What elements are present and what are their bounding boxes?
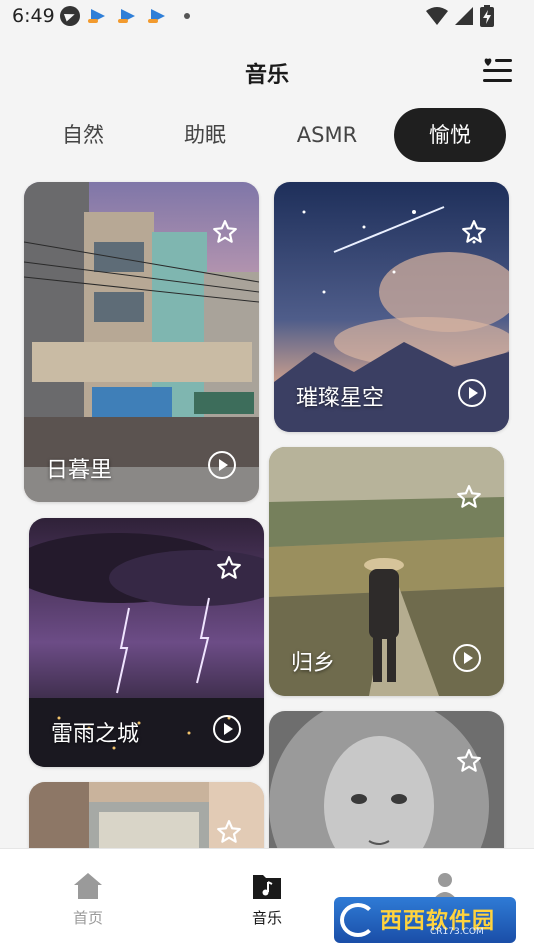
tab-nature[interactable]: 自然 [22,108,144,162]
nav-home[interactable]: 首页 [48,871,128,928]
star-icon[interactable] [216,555,242,581]
star-icon[interactable] [456,748,482,774]
music-card-starry-sky[interactable]: 璀璨星空 [274,182,509,432]
star-icon[interactable] [216,819,242,845]
play-icon[interactable] [457,378,487,408]
status-bar: 6:49 [0,0,534,32]
tab-sleep[interactable]: 助眠 [144,108,266,162]
music-note-icon [253,875,281,899]
nav-music-label: 音乐 [251,909,282,927]
notification-dot-icon [184,13,190,19]
play-icon[interactable] [212,714,242,744]
wifi-icon [426,7,448,25]
card-title: 璀璨星空 [296,386,385,411]
card-title: 归乡 [291,651,336,676]
play-icon[interactable] [207,450,237,480]
music-card-homecoming[interactable]: 归乡 [269,447,504,696]
category-tabs: 自然 助眠 ASMR 愉悦 [22,108,512,162]
card-title: 雷雨之城 [51,722,140,747]
watermark-c-icon [340,903,376,937]
watermark-subtext: CR173.COM [430,927,484,937]
page-title: 音乐 [244,63,289,88]
status-time: 6:49 [12,5,55,27]
telegram-icon [60,6,80,26]
play-icon[interactable] [452,643,482,673]
music-card-nippori[interactable]: 日暮里 [24,182,259,502]
home-icon [74,873,102,899]
watermark-logo: 西西软件园 CR173.COM [334,897,516,943]
star-icon[interactable] [212,219,238,245]
music-card-thunder-city[interactable]: 雷雨之城 [29,518,264,767]
card-title: 日暮里 [46,458,113,483]
playlist-favorite-button[interactable] [482,56,512,84]
app-arrow-icon [148,7,170,25]
playlist-favorite-icon [483,58,512,82]
nav-home-label: 首页 [72,909,103,927]
tab-joyful[interactable]: 愉悦 [394,108,506,162]
star-icon[interactable] [461,219,487,245]
app-arrow-icon [118,7,140,25]
signal-icon [455,7,473,25]
app-arrow-icon [88,7,110,25]
nav-music[interactable]: 音乐 [227,871,307,928]
star-icon[interactable] [456,484,482,510]
battery-charging-icon [480,5,494,27]
tab-asmr[interactable]: ASMR [266,108,388,162]
